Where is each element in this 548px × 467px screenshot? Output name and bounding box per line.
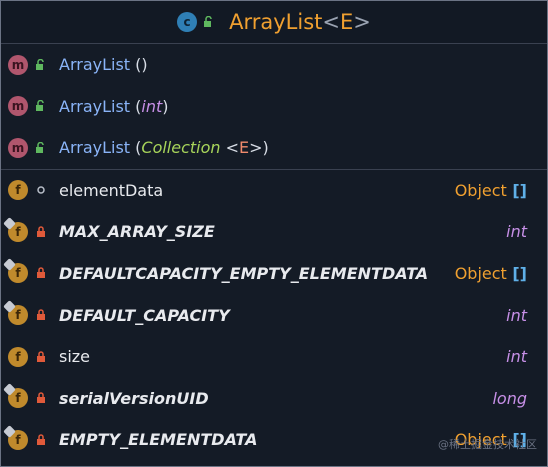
private-lock-icon — [37, 226, 45, 237]
public-lock-icon — [36, 58, 44, 70]
private-lock-icon — [37, 267, 45, 279]
static-field-icon: f — [8, 221, 28, 242]
field-name: elementData — [59, 180, 164, 200]
field-name: DEFAULTCAPACITY_EMPTY_ELEMENTDATA — [59, 263, 429, 283]
constructor-signature: ArrayList (Collection <E>) — [59, 138, 269, 158]
private-lock-icon — [37, 392, 45, 404]
method-icon: m — [8, 137, 28, 158]
private-lock-icon — [37, 434, 45, 445]
field-name: EMPTY_ELEMENTDATA — [59, 430, 258, 450]
public-lock-icon — [36, 141, 44, 153]
field-icon: f — [8, 346, 28, 367]
field-item[interactable]: f DEFAULT_CAPACITY int — [1, 294, 547, 336]
constructor-item[interactable]: m ArrayList () — [1, 44, 547, 86]
field-type: int — [506, 347, 527, 367]
field-type: int — [506, 305, 527, 325]
field-name: serialVersionUID — [59, 388, 209, 408]
field-name: size — [59, 347, 91, 367]
watermark: @稀土掘金技术社区 — [438, 438, 537, 451]
field-list: f elementData Object [] f MAX_ARRAY_SIZE… — [1, 170, 547, 461]
structure-popup: c ArrayList<E> m ArrayList () m ArrayLis… — [0, 0, 548, 467]
method-icon: m — [8, 96, 28, 117]
field-name: MAX_ARRAY_SIZE — [59, 222, 215, 242]
field-type: Object [] — [454, 180, 527, 200]
field-item[interactable]: f size int — [1, 336, 547, 378]
constructor-list: m ArrayList () m ArrayList (int) m Array… — [1, 44, 547, 170]
field-type: int — [506, 222, 527, 242]
private-lock-icon — [37, 309, 45, 321]
public-lock-icon — [204, 16, 212, 27]
private-lock-icon — [37, 350, 45, 362]
field-icon: f — [8, 180, 28, 201]
public-lock-icon — [36, 100, 44, 112]
class-icon: c — [177, 12, 198, 32]
constructor-item[interactable]: m ArrayList (Collection <E>) — [1, 127, 547, 169]
field-type: long — [492, 388, 527, 408]
static-field-icon: f — [8, 388, 28, 409]
class-title: ArrayList<E> — [229, 10, 371, 34]
static-field-icon: f — [8, 305, 28, 326]
package-private-dot-icon — [37, 186, 45, 195]
constructor-signature: ArrayList (int) — [59, 96, 169, 116]
class-header: c ArrayList<E> — [1, 1, 547, 44]
field-item[interactable]: f MAX_ARRAY_SIZE int — [1, 211, 547, 253]
field-item[interactable]: f elementData Object [] — [1, 170, 547, 212]
static-field-icon: f — [8, 429, 28, 450]
field-item[interactable]: f DEFAULTCAPACITY_EMPTY_ELEMENTDATA Obje… — [1, 253, 547, 295]
field-item[interactable]: f serialVersionUID long — [1, 377, 547, 419]
static-field-icon: f — [8, 263, 28, 284]
field-type: Object [] — [454, 263, 527, 283]
constructor-item[interactable]: m ArrayList (int) — [1, 86, 547, 128]
constructor-signature: ArrayList () — [59, 55, 148, 75]
method-icon: m — [8, 54, 28, 75]
field-name: DEFAULT_CAPACITY — [59, 305, 230, 325]
